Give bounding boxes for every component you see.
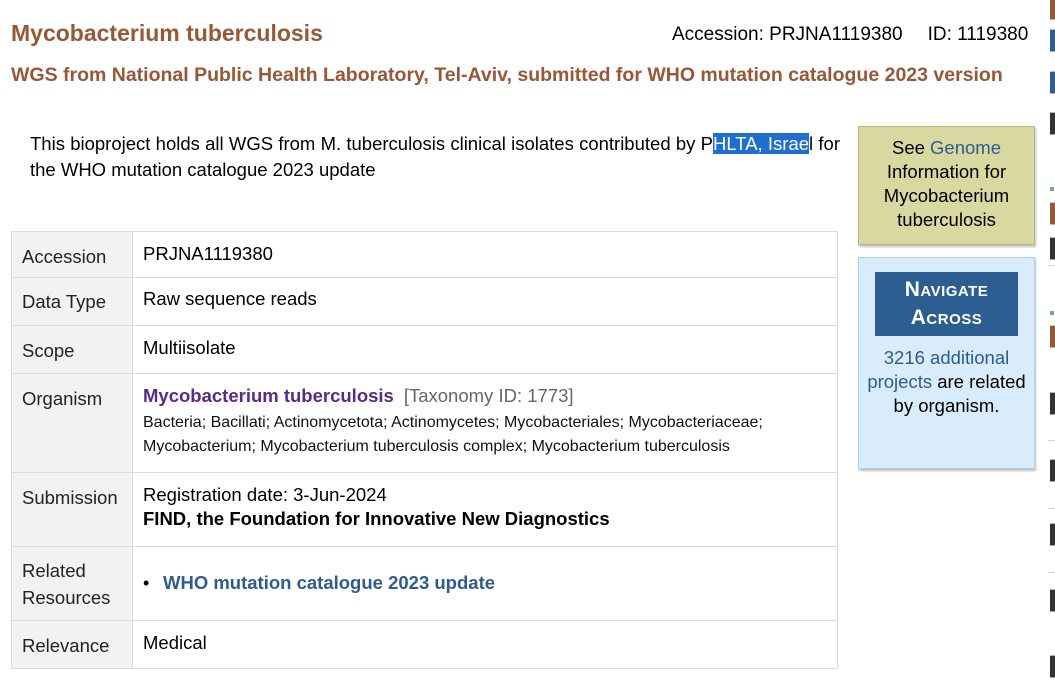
edge-fragment: ▌ [1050,326,1055,347]
selected-text: HLTA, Israe [712,133,810,154]
edge-fragment: ▌ [1050,590,1055,611]
accession-row-label: Accession [11,231,133,278]
organism-link[interactable]: Mycobacterium tuberculosis [143,385,394,406]
navigate-across-box: Navigate Across 3216 additional projects… [858,257,1035,469]
genome-info-prefix: See [891,137,931,158]
genome-link[interactable]: Genome [930,137,1001,158]
project-details-table: Accession PRJNA1119380 Data Type Raw seq… [11,231,838,669]
related-resources-list: • WHO mutation catalogue 2023 update [143,572,827,594]
table-row: Accession PRJNA1119380 [11,231,838,278]
genome-info-suffix: Information for Mycobacterium tuberculos… [883,161,1010,230]
taxonomy-id: [Taxonomy ID: 1773] [403,385,574,406]
organism-heading: Mycobacterium tuberculosis [Taxonomy ID: … [143,385,827,407]
edge-fragment: ▌ [1050,238,1055,259]
bullet-icon: • [143,573,150,593]
edge-divider [1048,508,1055,509]
scope-row-value: Multiisolate [132,325,838,374]
table-row: Submission Registration date: 3-Jun-2024… [11,472,838,547]
project-description: This bioproject holds all WGS from M. tu… [30,131,840,183]
relevance-row-value: Medical [132,620,838,669]
navigate-across-header: Navigate Across [875,272,1018,336]
id-label: ID: 1119380 [927,24,1029,45]
edge-fragment: ▌ [1050,0,1055,19]
navigate-across-body: 3216 additional projects are related by … [859,346,1034,418]
related-resource-link[interactable]: WHO mutation catalogue 2023 update [163,572,495,593]
accession-id-line: Accession: PRJNA1119380 ID: 1119380 [672,24,1028,46]
related-resources-row-value: • WHO mutation catalogue 2023 update [132,546,838,621]
edge-fragment: ▌ [1050,524,1055,545]
organism-row-value: Mycobacterium tuberculosis [Taxonomy ID: … [132,373,838,473]
table-row: Scope Multiisolate [11,325,838,374]
data-type-row-value: Raw sequence reads [132,277,838,326]
edge-divider [1048,572,1055,573]
edge-fragment: ▌ [1050,113,1055,134]
description-text-before: This bioproject holds all WGS from M. tu… [30,133,713,154]
edge-fragment: ▌ [1050,72,1055,93]
edge-fragment: ▌ [1050,460,1055,481]
scope-row-label: Scope [11,325,133,374]
edge-fragment: ▌ [1050,656,1055,677]
accession-row-value: PRJNA1119380 [132,231,838,278]
submission-row-label: Submission [11,472,133,547]
organism-lineage: Bacteria; Bacillati; Actinomycetota; Act… [143,414,763,455]
table-row: Organism Mycobacterium tuberculosis [Taxo… [11,373,838,473]
right-sidebar-edge: ▌ ▌ ▌ ▌ ▌ ▌ ▌ ▌ ▌ ▌ ▌ ▌ [1048,0,1055,680]
edge-divider [1048,265,1055,266]
accession-label: Accession: PRJNA1119380 [672,24,903,45]
submitter-organization: FIND, the Foundation for Innovative New … [143,508,610,529]
edge-fragment: ▌ [1050,203,1055,224]
page-title: Mycobacterium tuberculosis [11,20,323,46]
organism-row-label: Organism [11,373,133,473]
registration-date: Registration date: 3-Jun-2024 [143,484,387,505]
table-row: Data Type Raw sequence reads [11,277,838,326]
edge-fragment: ▌ [1050,393,1055,414]
table-row: Relevance Medical [11,620,838,669]
data-type-row-label: Data Type [11,277,133,326]
edge-dot [1050,187,1054,191]
edge-divider [1048,440,1055,441]
relevance-row-label: Relevance [11,620,133,669]
list-item: • WHO mutation catalogue 2023 update [143,572,827,594]
genome-info-box: See Genome Information for Mycobacterium… [858,126,1035,245]
edge-dot [1050,311,1054,315]
edge-fragment: ▌ [1050,30,1055,51]
submission-row-value: Registration date: 3-Jun-2024 FIND, the … [132,472,838,547]
table-row: Related Resources • WHO mutation catalogu… [11,546,838,621]
project-subtitle: WGS from National Public Health Laborato… [11,64,1003,86]
related-resources-row-label: Related Resources [11,546,133,621]
